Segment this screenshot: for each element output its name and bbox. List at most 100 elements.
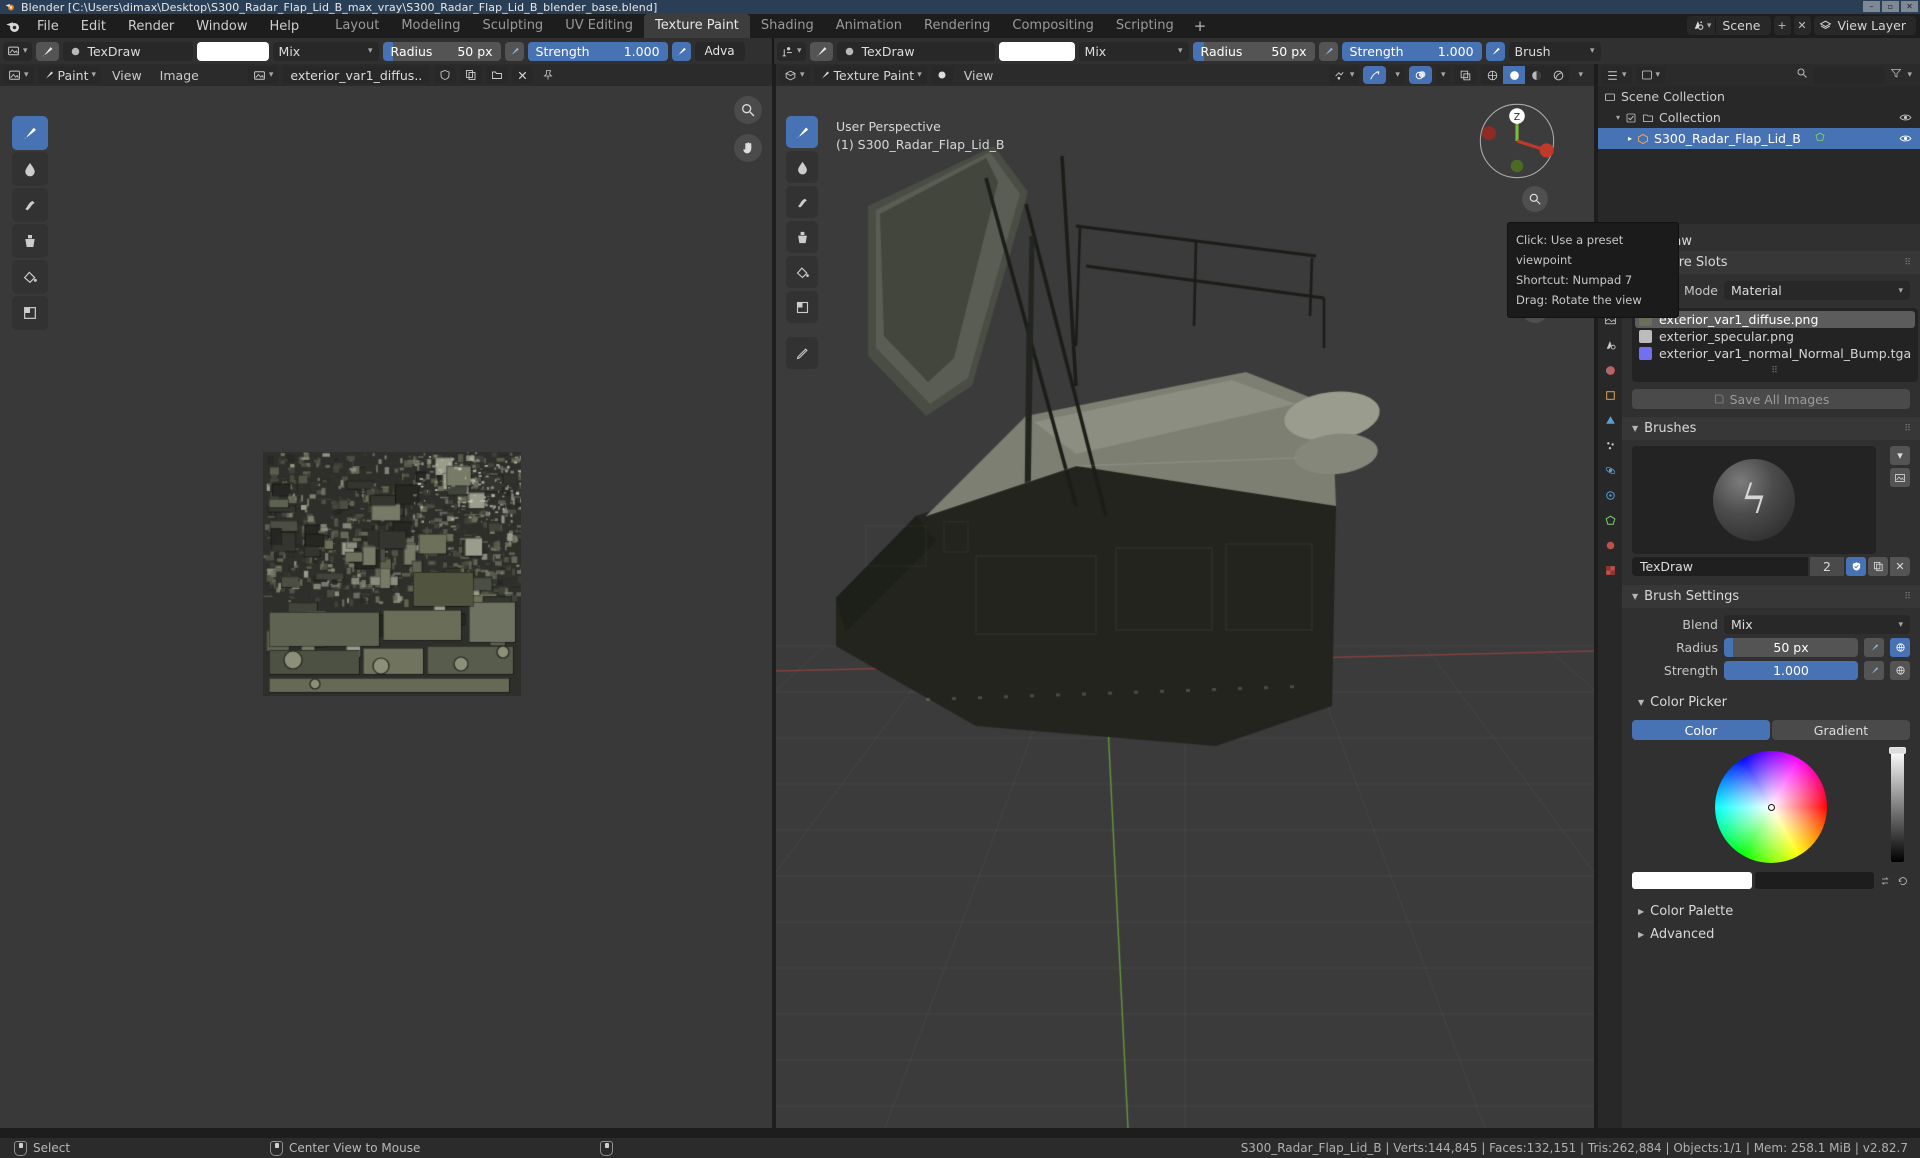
strength-pressure-toggle-left[interactable] [672, 42, 691, 61]
vp-tool-annotate[interactable] [786, 337, 818, 369]
paint-mode-icon[interactable]: ▾ [777, 42, 806, 61]
outliner-row-scene-collection[interactable]: Scene Collection [1598, 86, 1920, 107]
menu-render[interactable]: Render [117, 16, 185, 37]
shading-material[interactable] [1525, 66, 1547, 84]
reset-colors-icon[interactable] [1895, 872, 1910, 889]
prop-tab-object[interactable] [1601, 386, 1619, 404]
brush-tool-icon-right[interactable] [810, 42, 833, 61]
close-button[interactable]: ✕ [1901, 1, 1918, 12]
blend-dropdown[interactable]: Mix ▾ [1724, 615, 1910, 634]
vp-tool-smear[interactable] [786, 186, 818, 218]
prop-tab-constraints[interactable] [1601, 486, 1619, 504]
viewport-mode-selector[interactable]: Texture Paint ▾ [814, 66, 927, 84]
brush-list-chevron-button[interactable]: ▾ [1890, 446, 1910, 465]
blend-dropdown-left[interactable]: Mix ▾ [273, 42, 379, 61]
image-paint-tool-icon[interactable]: ▾ [3, 42, 32, 61]
viewport-navigation-gizmo[interactable]: Z [1478, 102, 1556, 180]
strength-slider-left[interactable]: Strength 1.000 [528, 42, 668, 61]
tab-shading[interactable]: Shading [750, 14, 825, 38]
image-name-field[interactable]: exterior_var1_diffus.. [282, 66, 430, 84]
vp-tool-mask[interactable] [786, 291, 818, 323]
browse-image-button[interactable]: ▾ [248, 66, 279, 84]
viewport-gizmo-toggle[interactable] [1363, 66, 1386, 84]
radius-slider-left[interactable]: Radius 50 px [383, 42, 501, 61]
strength-unit-toggle[interactable] [1890, 661, 1910, 680]
outliner-row-object[interactable]: ▸ S300_Radar_Flap_Lid_B [1598, 128, 1920, 149]
copy-image-button[interactable] [460, 66, 482, 84]
tab-scripting[interactable]: Scripting [1105, 14, 1185, 38]
radius-pressure-toggle[interactable] [1864, 638, 1884, 657]
radius-pressure-toggle-right[interactable] [1319, 42, 1338, 61]
color-palette-panel-header[interactable]: ▶ Color Palette [1622, 900, 1920, 923]
expand-triangle-icon[interactable]: ▶ [1638, 930, 1644, 939]
swap-colors-icon[interactable] [1877, 872, 1892, 889]
viewport-menu-view[interactable]: View [957, 68, 1001, 83]
save-all-images-button[interactable]: Save All Images [1632, 389, 1910, 409]
prop-tab-texture[interactable] [1601, 561, 1619, 579]
outliner-row-collection[interactable]: ▾ Collection [1598, 107, 1920, 128]
collection-visibility-icons[interactable] [1899, 111, 1920, 124]
viewport-overlays-chevron[interactable]: ▾ [1436, 66, 1451, 84]
open-image-button[interactable] [486, 66, 508, 84]
tab-modeling[interactable]: Modeling [390, 14, 471, 38]
brush-tool-icon[interactable] [36, 42, 59, 61]
editor-type-selector-image[interactable]: ▾ [3, 66, 34, 84]
strength-slider[interactable]: 1.000 [1724, 661, 1858, 680]
image-editor-mode-paint[interactable]: Paint ▾ [38, 66, 101, 84]
shading-rendered[interactable] [1547, 66, 1569, 84]
slot-list-resize-grip[interactable]: ▸ ⠿ [1635, 362, 1915, 379]
editor-type-selector-outliner[interactable]: ▾ [1601, 66, 1632, 84]
viewport-visibility-popover[interactable]: ▾ [1329, 66, 1360, 84]
tool-fill[interactable] [12, 260, 48, 294]
viewport-overlay-toggle[interactable] [931, 66, 953, 84]
strength-pressure-toggle-right[interactable] [1486, 42, 1505, 61]
menu-window[interactable]: Window [185, 16, 258, 37]
brushes-panel-header[interactable]: ▼ Brushes ⠿ [1622, 417, 1920, 440]
viewport-canvas[interactable]: User Perspective (1) S300_Radar_Flap_Lid… [776, 86, 1594, 1128]
vp-tool-clone[interactable] [786, 221, 818, 253]
viewport-xray-toggle[interactable] [1454, 66, 1477, 84]
collapse-triangle-icon[interactable]: ▼ [1638, 698, 1644, 707]
tool-draw[interactable] [12, 116, 48, 150]
vp-tool-fill[interactable] [786, 256, 818, 288]
tab-rendering[interactable]: Rendering [913, 14, 1001, 38]
image-editor-canvas[interactable] [0, 86, 772, 1128]
scene-selector[interactable]: ▾ Scene [1687, 16, 1771, 35]
advanced-popover-left[interactable]: Adva [695, 42, 745, 61]
collapse-triangle-icon[interactable]: ▼ [1632, 424, 1638, 433]
strength-pressure-toggle[interactable] [1864, 661, 1884, 680]
delete-brush-button[interactable]: ✕ [1890, 557, 1910, 576]
brush-preview[interactable]: ϟ [1632, 446, 1876, 554]
prop-tab-material[interactable] [1601, 536, 1619, 554]
minimize-button[interactable]: – [1863, 1, 1880, 12]
shading-solid[interactable] [1503, 66, 1525, 84]
disclosure-triangle-icon[interactable]: ▾ [1616, 113, 1620, 122]
texture-slot-item[interactable]: exterior_var1_normal_Normal_Bump.tga [1635, 345, 1915, 362]
brush-preview-image-button[interactable] [1890, 468, 1910, 487]
viewport-gizmo-chevron[interactable]: ▾ [1390, 66, 1405, 84]
color-wheel-cursor[interactable] [1768, 804, 1775, 811]
zoom-view-icon[interactable] [1522, 186, 1548, 212]
shading-popover-chevron[interactable]: ▾ [1573, 66, 1588, 84]
blend-dropdown-right[interactable]: Mix ▾ [1079, 42, 1189, 61]
prop-tab-scene[interactable] [1601, 336, 1619, 354]
tool-smear[interactable] [12, 188, 48, 222]
zoom-gizmo-icon[interactable] [734, 96, 762, 124]
outliner-display-mode[interactable]: ▾ [1636, 66, 1666, 84]
color-wheel[interactable] [1715, 751, 1827, 863]
tool-clone[interactable] [12, 224, 48, 258]
menu-help[interactable]: Help [259, 16, 311, 37]
secondary-color-swatch[interactable] [1755, 872, 1875, 889]
primary-color-swatch[interactable] [1632, 872, 1752, 889]
tab-layout[interactable]: Layout [324, 14, 390, 38]
viewlayer-selector[interactable]: View Layer [1814, 16, 1917, 35]
viewport-overlays-toggle[interactable] [1409, 66, 1432, 84]
maximize-button[interactable]: ▫ [1882, 1, 1899, 12]
radius-unit-toggle[interactable] [1890, 638, 1910, 657]
prop-tab-modifiers[interactable] [1601, 411, 1619, 429]
unlink-scene-button[interactable]: ✕ [1794, 16, 1811, 35]
tab-compositing[interactable]: Compositing [1001, 14, 1105, 38]
editor-type-selector-viewport[interactable]: ▾ [779, 66, 810, 84]
prop-tab-physics[interactable] [1601, 461, 1619, 479]
outliner-filter-icon[interactable] [1890, 67, 1902, 83]
